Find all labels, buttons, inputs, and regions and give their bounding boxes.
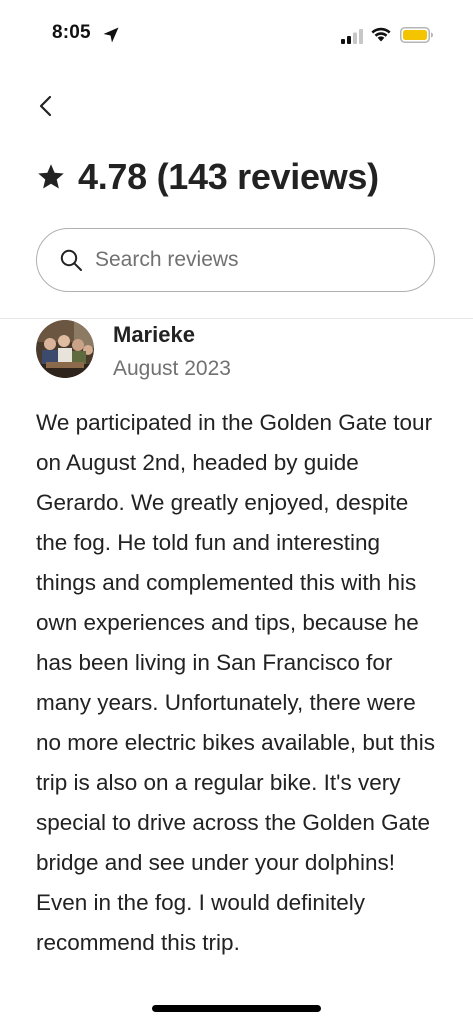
reviewer-name[interactable]: Marieke bbox=[113, 322, 195, 348]
review-date: August 2023 bbox=[113, 357, 231, 380]
review-text: We participated in the Golden Gate tour … bbox=[36, 410, 435, 955]
cellular-signal-icon bbox=[341, 29, 363, 44]
home-indicator[interactable] bbox=[152, 1005, 321, 1012]
reviewer-photo bbox=[36, 320, 94, 378]
location-arrow-icon bbox=[103, 27, 119, 43]
rating-summary: 4.78 (143 reviews) bbox=[36, 156, 379, 198]
back-button[interactable] bbox=[28, 88, 64, 124]
status-time: 8:05 bbox=[52, 22, 91, 43]
search-reviews-field[interactable] bbox=[36, 228, 435, 292]
search-input[interactable] bbox=[95, 248, 395, 272]
rating-summary-text: 4.78 (143 reviews) bbox=[78, 156, 379, 197]
status-bar: 8:05 bbox=[0, 0, 473, 60]
wifi-icon bbox=[371, 27, 391, 42]
avatar[interactable] bbox=[36, 320, 94, 378]
search-icon bbox=[60, 249, 82, 271]
battery-icon bbox=[400, 27, 433, 43]
star-icon bbox=[38, 164, 64, 189]
chevron-left-icon bbox=[39, 95, 52, 117]
divider bbox=[0, 318, 473, 319]
